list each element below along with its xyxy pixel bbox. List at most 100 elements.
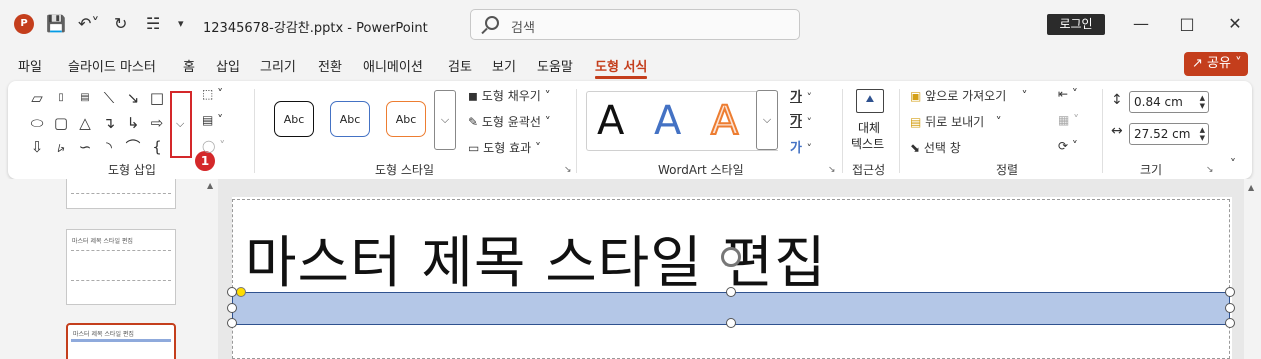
save-icon[interactable]: 💾 bbox=[46, 12, 66, 36]
text-fill-button[interactable]: 가 ˅ bbox=[790, 86, 812, 105]
align-icon[interactable]: ⇤ ˅ bbox=[1058, 87, 1078, 101]
thumbnails-scrollbar[interactable]: ▲ bbox=[205, 179, 217, 359]
tab-help[interactable]: 도움말 bbox=[537, 56, 573, 75]
spinner-icon[interactable]: ▲ ▼ bbox=[1200, 94, 1205, 110]
tab-shape-format[interactable]: 도형 서식 bbox=[595, 56, 648, 79]
vertical-text-box-icon[interactable]: ▤ bbox=[74, 87, 96, 109]
scroll-up-icon[interactable]: ▲ bbox=[1248, 183, 1254, 192]
login-button[interactable]: 로그인 bbox=[1047, 14, 1105, 35]
shape-style-preset-dark[interactable]: Abc bbox=[274, 101, 314, 137]
maximize-icon[interactable]: □ bbox=[1175, 12, 1199, 36]
rotate-handle-icon[interactable] bbox=[721, 247, 741, 267]
resize-handle-top-left[interactable] bbox=[227, 287, 237, 297]
resize-handle-top[interactable] bbox=[726, 287, 736, 297]
tab-file[interactable]: 파일 bbox=[18, 56, 42, 75]
arc-icon[interactable]: ◝ bbox=[98, 136, 120, 158]
collapse-ribbon-icon[interactable]: ˅ bbox=[1230, 157, 1236, 171]
shape-style-preset-orange[interactable]: Abc bbox=[386, 101, 426, 137]
elbow-connector-icon[interactable]: ↴ bbox=[98, 112, 120, 134]
rotate-icon[interactable]: ⟳ ˅ bbox=[1058, 139, 1078, 153]
wordart-style-black[interactable]: A bbox=[597, 99, 624, 143]
wordart-style-orange[interactable]: A bbox=[710, 98, 739, 144]
line-icon[interactable]: ⟍ bbox=[98, 87, 120, 109]
spinner-icon[interactable]: ▲ ▼ bbox=[1200, 126, 1205, 142]
slide-thumbnail[interactable] bbox=[66, 179, 176, 209]
text-outline-button[interactable]: 가 ˅ bbox=[790, 111, 812, 130]
scroll-up-icon[interactable]: ▲ bbox=[207, 181, 213, 190]
text-box-icon[interactable]: ▯ bbox=[50, 87, 72, 109]
rounded-rectangle-icon[interactable]: ▢ bbox=[50, 112, 72, 134]
wordart-more-button[interactable]: ⌵ bbox=[756, 90, 778, 150]
wordart-style-blue[interactable]: A bbox=[654, 99, 681, 143]
shape-styles-launcher-icon[interactable]: ↘ bbox=[564, 165, 572, 175]
tab-review[interactable]: 검토 bbox=[448, 56, 472, 75]
chevron-down-icon: ⌵ bbox=[176, 117, 185, 130]
oval-icon[interactable]: ⬭ bbox=[26, 112, 48, 134]
slide-thumbnail-selected[interactable]: 마스터 제목 스타일 편집 bbox=[66, 323, 176, 359]
shape-style-preset-blue[interactable]: Abc bbox=[330, 101, 370, 137]
resize-handle-bottom[interactable] bbox=[726, 318, 736, 328]
share-label: 공유 bbox=[1207, 56, 1231, 71]
wordart-styles-label: WordArt 스타일 bbox=[658, 163, 744, 177]
resize-handle-right[interactable] bbox=[1225, 303, 1235, 313]
layout-icon[interactable]: ☵ bbox=[146, 12, 160, 36]
resize-handle-bottom-left[interactable] bbox=[227, 318, 237, 328]
search-box[interactable]: 검색 bbox=[470, 9, 800, 40]
resize-handle-left[interactable] bbox=[227, 303, 237, 313]
wordart-launcher-icon[interactable]: ↘ bbox=[828, 165, 836, 175]
send-backward-icon: ▤ bbox=[910, 115, 922, 129]
tab-slide-master[interactable]: 슬라이드 마스터 bbox=[68, 56, 156, 75]
shape-styles-more-button[interactable]: ⌵ bbox=[434, 90, 456, 150]
curve-icon[interactable]: ⌒ bbox=[122, 136, 144, 158]
adjust-handle[interactable] bbox=[236, 287, 246, 297]
close-icon[interactable]: ✕ bbox=[1223, 12, 1247, 36]
tab-animations[interactable]: 애니메이션 bbox=[363, 56, 423, 75]
shapes-more-button[interactable]: ⌵ bbox=[170, 91, 192, 158]
chevron-down-icon: ˅ bbox=[1235, 56, 1242, 71]
text-effects-button[interactable]: 가 ˅ bbox=[790, 137, 812, 156]
elbow-arrow-icon[interactable]: ↳ bbox=[122, 112, 144, 134]
send-backward-label: 뒤로 보내기 bbox=[925, 115, 985, 129]
line-arrow-icon[interactable]: ↘ bbox=[122, 87, 144, 109]
share-button[interactable]: ↗ 공유 ˅ bbox=[1184, 52, 1248, 76]
tab-insert[interactable]: 삽입 bbox=[216, 56, 240, 75]
canvas-scrollbar[interactable]: ▲ bbox=[1244, 179, 1261, 359]
shape-height-input[interactable]: 0.84 cm ▲ ▼ bbox=[1129, 91, 1209, 113]
resize-handle-bottom-right[interactable] bbox=[1225, 318, 1235, 328]
tab-view[interactable]: 보기 bbox=[492, 56, 516, 75]
send-backward-button[interactable]: ▤ 뒤로 보내기 ˅ bbox=[910, 113, 1002, 130]
selection-pane-button[interactable]: ⬊ 선택 창 bbox=[910, 139, 961, 156]
triangle-icon[interactable]: △ bbox=[74, 112, 96, 134]
scribble-icon[interactable]: ∽ bbox=[74, 136, 96, 158]
group-objects-icon[interactable]: ▦ ˅ bbox=[1058, 113, 1079, 127]
shape-width-icon: ↔ bbox=[1111, 123, 1123, 139]
shape-outline-button[interactable]: ✎ 도형 윤곽선 ˅ bbox=[468, 113, 551, 130]
size-launcher-icon[interactable]: ↘ bbox=[1206, 165, 1214, 175]
shape-fill-button[interactable]: ◼ 도형 채우기 ˅ bbox=[468, 87, 551, 104]
slide-thumbnail[interactable]: 마스터 제목 스타일 편집 bbox=[66, 229, 176, 305]
alt-text-icon: ⛰ bbox=[856, 89, 884, 113]
alt-text-button[interactable]: ⛰ 대체 텍스트 bbox=[850, 87, 890, 153]
down-arrow-icon[interactable]: ⇩ bbox=[26, 136, 48, 158]
minimize-icon[interactable]: — bbox=[1129, 12, 1153, 36]
rectangle-icon[interactable]: □ bbox=[146, 87, 168, 109]
bring-forward-button[interactable]: ▣ 앞으로 가져오기 ˅ bbox=[910, 87, 1028, 104]
right-arrow-icon[interactable]: ⇨ bbox=[146, 112, 168, 134]
effects-icon: ▭ bbox=[468, 141, 480, 155]
freeform-icon[interactable]: ⭟ bbox=[50, 136, 72, 158]
brace-icon[interactable]: { bbox=[146, 136, 168, 158]
customize-quick-access-icon[interactable]: ▾ bbox=[178, 12, 184, 36]
tab-draw[interactable]: 그리기 bbox=[260, 56, 296, 75]
tab-home[interactable]: 홈 bbox=[183, 56, 195, 75]
resize-handle-top-right[interactable] bbox=[1225, 287, 1235, 297]
shape-width-input[interactable]: 27.52 cm ▲ ▼ bbox=[1129, 123, 1209, 145]
tab-transitions[interactable]: 전환 bbox=[318, 56, 342, 75]
redo-icon[interactable]: ↻ bbox=[114, 12, 127, 36]
bring-forward-label: 앞으로 가져오기 bbox=[925, 89, 1007, 103]
merge-shapes-icon[interactable]: ◯ ˅ bbox=[202, 139, 225, 153]
parallelogram-icon[interactable]: ▱ bbox=[26, 87, 48, 109]
edit-shape-icon[interactable]: ⬚ ˅ bbox=[202, 87, 223, 101]
shape-effects-button[interactable]: ▭ 도형 효과 ˅ bbox=[468, 139, 541, 156]
undo-icon[interactable]: ↶˅ bbox=[78, 12, 99, 36]
text-box-insert-icon[interactable]: ▤ ˅ bbox=[202, 113, 223, 127]
